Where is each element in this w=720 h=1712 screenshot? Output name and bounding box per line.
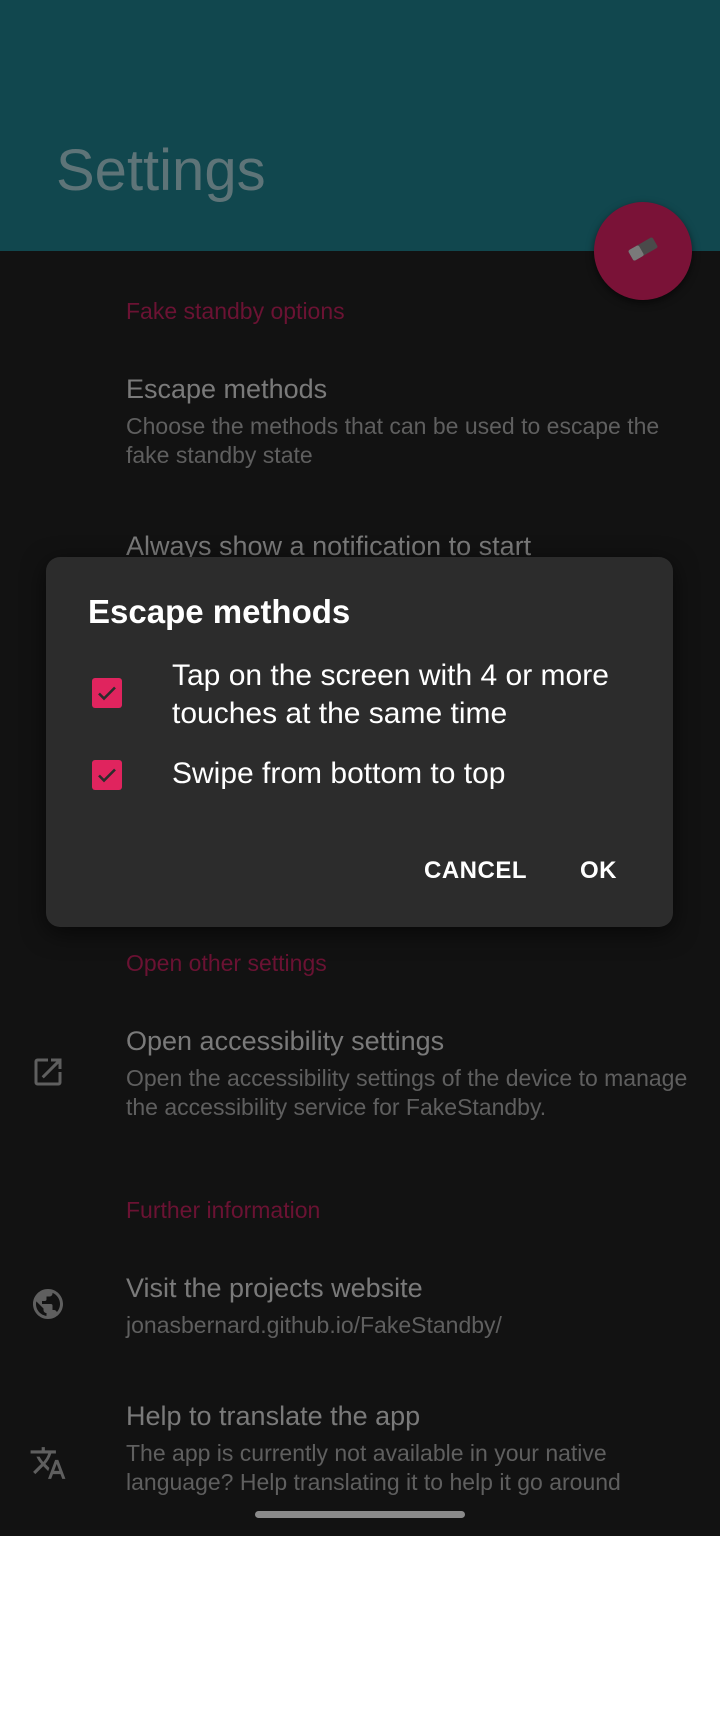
gesture-nav-handle[interactable] — [255, 1511, 465, 1518]
pref-accessibility-title: Open accessibility settings — [126, 1026, 445, 1056]
start-standby-fab[interactable] — [594, 202, 692, 300]
pref-website-title: Visit the projects website — [126, 1273, 423, 1303]
check-icon — [98, 686, 116, 701]
translate-icon — [28, 1443, 68, 1483]
swipe-checkbox[interactable] — [92, 760, 122, 790]
cancel-button[interactable]: CANCEL — [424, 857, 527, 885]
eraser-icon — [623, 229, 663, 274]
pref-website-summary: jonasbernard.github.io/FakeStandby/ — [126, 1312, 502, 1338]
category-other-settings: Open other settings — [126, 950, 327, 976]
ok-button[interactable]: OK — [580, 857, 617, 885]
dialog-title: Escape methods — [88, 593, 351, 630]
multi-touch-checkbox[interactable] — [92, 678, 122, 708]
pref-translate-title: Help to translate the app — [126, 1401, 421, 1431]
swipe-label: Swipe from bottom to top — [172, 757, 506, 790]
multi-touch-label: Tap on the screen with 4 or more touches… — [172, 659, 609, 730]
category-fake-standby: Fake standby options — [126, 298, 345, 324]
settings-screen: Settings Fake standby options Escape met… — [0, 0, 720, 1536]
page-title: Settings — [56, 138, 266, 203]
escape-methods-dialog: Escape methods Tap on the screen with 4 … — [46, 557, 673, 927]
category-further-info: Further information — [126, 1197, 321, 1223]
pref-escape-methods-summary: Choose the methods that can be used to e… — [126, 413, 660, 468]
check-icon — [98, 768, 116, 783]
pref-accessibility-summary: Open the accessibility settings of the d… — [126, 1065, 688, 1120]
open-external-icon — [28, 1052, 68, 1092]
pref-translate-summary: The app is currently not available in yo… — [126, 1440, 621, 1495]
pref-escape-methods-title: Escape methods — [126, 374, 328, 404]
option-multi-touch[interactable]: Tap on the screen with 4 or more touches… — [46, 657, 673, 741]
globe-icon — [28, 1284, 68, 1324]
option-swipe[interactable]: Swipe from bottom to top — [46, 755, 673, 799]
